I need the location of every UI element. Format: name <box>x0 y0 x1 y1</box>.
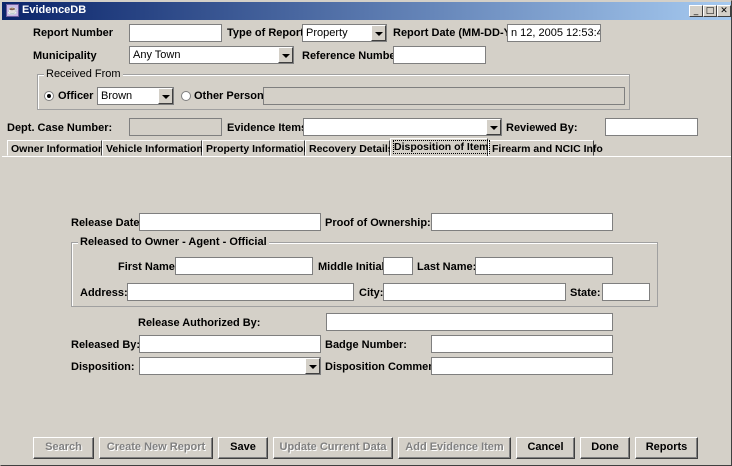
last-name-label: Last Name: <box>417 261 477 273</box>
received-from-title: Received From <box>44 68 123 80</box>
released-to-title: Released to Owner - Agent - Official <box>78 236 269 248</box>
other-person-label: Other Person <box>194 90 264 102</box>
release-date-input[interactable] <box>139 213 321 231</box>
disposition-comment-input[interactable] <box>431 357 613 375</box>
tab-property-information[interactable]: Property Information <box>202 140 310 156</box>
city-input[interactable] <box>383 283 566 301</box>
city-label: City: <box>359 287 384 299</box>
last-name-input[interactable] <box>475 257 613 275</box>
tab-owner-information[interactable]: Owner Information <box>7 140 105 156</box>
dept-case-number-input[interactable] <box>129 118 222 136</box>
search-button[interactable]: Search <box>33 437 94 459</box>
reports-button[interactable]: Reports <box>635 437 698 459</box>
title-bar[interactable]: ☕ EvidenceDB _ □ ✕ <box>2 2 731 20</box>
released-by-label: Released By: <box>71 339 141 351</box>
state-label: State: <box>570 287 601 299</box>
report-number-input[interactable] <box>129 24 222 42</box>
proof-of-ownership-input[interactable] <box>431 213 613 231</box>
report-date-label: Report Date (MM-DD-YY) <box>393 27 522 39</box>
municipality-select[interactable]: Any Town <box>129 46 294 64</box>
type-of-report-select[interactable]: Property <box>302 24 387 42</box>
officer-select[interactable]: Brown <box>97 87 174 105</box>
address-label: Address: <box>80 287 128 299</box>
cancel-button[interactable]: Cancel <box>516 437 575 459</box>
chevron-down-icon[interactable] <box>278 47 293 63</box>
state-input[interactable] <box>602 283 650 301</box>
chevron-down-icon[interactable] <box>158 88 173 104</box>
reviewed-by-label: Reviewed By: <box>506 122 578 134</box>
middle-initial-input[interactable] <box>383 257 413 275</box>
release-authorized-by-label: Release Authorized By: <box>138 317 261 329</box>
report-date-input[interactable]: n 12, 2005 12:53:45 <box>507 24 601 42</box>
release-date-label: Release Date: <box>71 217 144 229</box>
first-name-label: First Name: <box>118 261 179 273</box>
maximize-button[interactable]: □ <box>703 5 717 17</box>
first-name-input[interactable] <box>175 257 313 275</box>
evidence-items-label: Evidence Items: <box>227 122 311 134</box>
tab-vehicle-information[interactable]: Vehicle Information <box>102 140 203 156</box>
disposition-select[interactable] <box>139 357 321 375</box>
release-authorized-by-input[interactable] <box>326 313 613 331</box>
type-of-report-value: Property <box>306 27 348 39</box>
window-title: EvidenceDB <box>22 4 87 16</box>
chevron-down-icon[interactable] <box>305 358 320 374</box>
officer-label: Officer <box>58 90 94 102</box>
tab-label: Disposition of Item <box>393 140 490 154</box>
minimize-button[interactable]: _ <box>689 5 703 17</box>
officer-value: Brown <box>101 90 133 102</box>
municipality-label: Municipality <box>33 50 97 62</box>
reference-number-label: Reference Number <box>302 50 400 62</box>
done-button[interactable]: Done <box>580 437 630 459</box>
chevron-down-icon[interactable] <box>371 25 386 41</box>
tab-label: Firearm and NCIC Info <box>492 143 603 155</box>
officer-radio[interactable] <box>44 91 54 101</box>
tab-label: Owner Information <box>11 143 105 155</box>
released-by-input[interactable] <box>139 335 321 353</box>
save-button[interactable]: Save <box>218 437 268 459</box>
tab-label: Vehicle Information <box>106 143 203 155</box>
address-input[interactable] <box>127 283 354 301</box>
tab-firearm-ncic-info[interactable]: Firearm and NCIC Info <box>488 140 603 156</box>
close-button[interactable]: ✕ <box>717 5 731 17</box>
tab-recovery-details[interactable]: Recovery Details <box>305 140 394 156</box>
reference-number-input[interactable] <box>393 46 486 64</box>
middle-initial-label: Middle Initial: <box>318 261 389 273</box>
disposition-comment-label: Disposition Comment: <box>325 361 443 373</box>
badge-number-label: Badge Number: <box>325 339 407 351</box>
other-person-input[interactable] <box>263 87 625 105</box>
disposition-label: Disposition: <box>71 361 135 373</box>
add-evidence-item-button[interactable]: Add Evidence Item <box>398 437 511 459</box>
type-of-report-label: Type of Report <box>227 27 304 39</box>
proof-of-ownership-label: Proof of Ownership: <box>325 217 431 229</box>
municipality-value: Any Town <box>133 49 181 61</box>
evidence-items-select[interactable] <box>303 118 502 136</box>
report-number-label: Report Number <box>33 27 114 39</box>
java-cup-icon: ☕ <box>6 4 19 17</box>
app-window: ☕ EvidenceDB _ □ ✕ Report Number Type of… <box>0 0 732 466</box>
update-current-data-button[interactable]: Update Current Data <box>273 437 393 459</box>
create-new-report-button[interactable]: Create New Report <box>99 437 213 459</box>
reviewed-by-input[interactable] <box>605 118 698 136</box>
dept-case-number-label: Dept. Case Number: <box>7 122 113 134</box>
other-person-radio[interactable] <box>181 91 191 101</box>
badge-number-input[interactable] <box>431 335 613 353</box>
tab-label: Property Information <box>206 143 310 155</box>
tab-disposition-of-item[interactable]: Disposition of Item <box>390 138 490 156</box>
tab-label: Recovery Details <box>309 143 394 155</box>
chevron-down-icon[interactable] <box>486 119 501 135</box>
